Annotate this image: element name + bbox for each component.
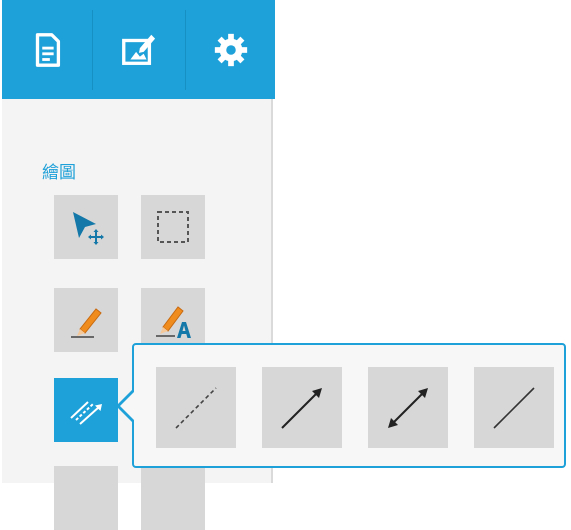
select-move-tool[interactable] (54, 195, 118, 259)
line-tools-icon (70, 401, 102, 425)
dashed-line-icon (175, 386, 217, 429)
top-toolbar (2, 0, 275, 99)
double-arrow-line-option[interactable] (368, 367, 448, 448)
pencil-text-icon (156, 306, 191, 338)
marquee-select-tool[interactable] (141, 195, 205, 259)
edit-image-button[interactable] (93, 0, 183, 99)
double-arrow-line-icon (388, 387, 428, 428)
edit-image-icon (122, 34, 156, 65)
select-move-icon (73, 212, 104, 245)
pencil-icon (71, 308, 102, 338)
tool-partial[interactable] (141, 466, 205, 530)
gear-icon (214, 33, 248, 66)
marquee-select-icon (157, 211, 189, 243)
straight-line-option[interactable] (474, 367, 554, 448)
straight-line-icon (493, 386, 535, 429)
arrow-line-icon (281, 387, 322, 429)
settings-button[interactable] (186, 0, 276, 99)
line-tools-button[interactable] (54, 378, 118, 442)
dashed-line-option[interactable] (156, 367, 236, 448)
section-label-drawing: 繪圖 (42, 163, 76, 183)
pencil-tool[interactable] (54, 288, 118, 352)
document-button[interactable] (2, 0, 92, 99)
document-icon (35, 32, 61, 67)
flyout-pointer-inner (120, 391, 135, 421)
tool-partial[interactable] (54, 466, 118, 530)
arrow-line-option[interactable] (262, 367, 342, 448)
